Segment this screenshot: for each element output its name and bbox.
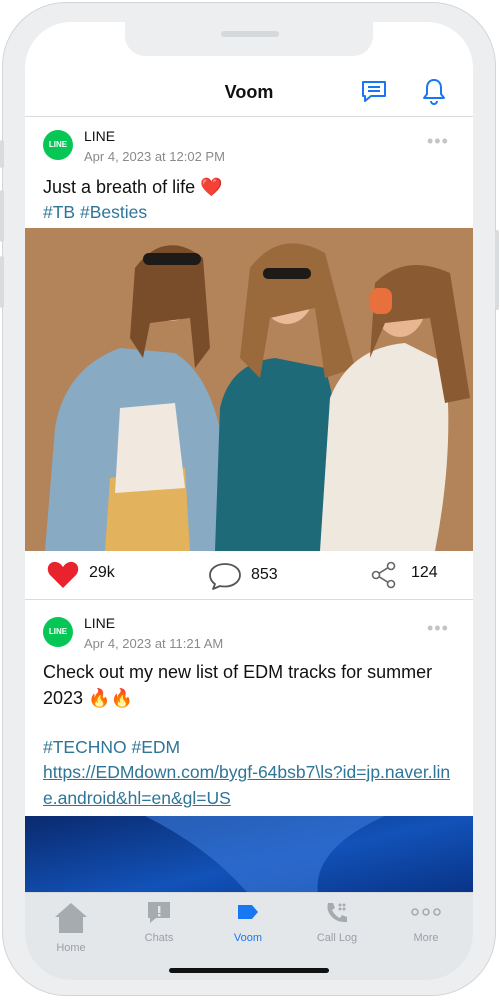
tab-home[interactable]: Home [35, 899, 107, 954]
share-icon[interactable] [371, 561, 397, 594]
bell-icon[interactable] [420, 76, 448, 111]
post-hashtags[interactable]: #TB #Besties [43, 202, 147, 223]
speaker [221, 31, 279, 37]
post-card: LINE LINE Apr 4, 2023 at 12:02 PM ••• Ju… [25, 117, 473, 602]
post-options-icon[interactable]: ••• [427, 131, 449, 152]
post-image[interactable] [25, 228, 473, 551]
post-card: LINE LINE Apr 4, 2023 at 11:21 AM ••• Ch… [25, 604, 473, 916]
phone-side-button [0, 190, 4, 242]
home-icon [55, 903, 87, 933]
tab-more[interactable]: More [390, 899, 462, 944]
tab-chats[interactable]: Chats [123, 899, 195, 944]
app-header: Voom [25, 72, 473, 117]
post-options-icon[interactable]: ••• [427, 618, 449, 639]
app-screen: Voom LINE LINE Apr 4, 2023 at 12:02 PM •… [25, 22, 473, 980]
post-author[interactable]: LINE [84, 615, 115, 631]
voom-icon [238, 905, 258, 919]
avatar[interactable]: LINE [43, 130, 73, 160]
phone-icon [327, 903, 347, 923]
phone-side-button [0, 256, 4, 308]
tab-label: More [413, 932, 439, 944]
share-count: 124 [411, 564, 438, 581]
tab-label: Chats [144, 932, 174, 944]
message-icon[interactable] [359, 76, 389, 111]
post-actions: 29k 853 124 [25, 551, 473, 600]
post-timestamp: Apr 4, 2023 at 12:02 PM [84, 149, 225, 164]
post-author[interactable]: LINE [84, 128, 115, 144]
like-count: 29k [89, 564, 115, 581]
comment-icon[interactable] [208, 561, 242, 596]
tab-bar: Home Chats Voom Call Log More [25, 892, 473, 980]
phone-side-button [495, 230, 499, 310]
tab-call-log[interactable]: Call Log [301, 899, 373, 944]
post-timestamp: Apr 4, 2023 at 11:21 AM [84, 636, 224, 651]
post-text: Check out my new list of EDM tracks for … [43, 662, 433, 708]
notch [125, 22, 373, 56]
post-text: Just a breath of life ❤️ [43, 177, 223, 197]
phone-side-button [0, 140, 4, 168]
avatar[interactable]: LINE [43, 617, 73, 647]
tab-label: Voom [233, 932, 263, 944]
like-icon[interactable] [47, 561, 79, 594]
more-icon [411, 908, 441, 916]
post-link[interactable]: https://EDMdown.com/bygf-64bsb7\ls?id=jp… [43, 759, 463, 811]
post-hashtags[interactable]: #TECHNO #EDM [43, 737, 180, 758]
tab-voom[interactable]: Voom [212, 899, 284, 944]
tab-label: Home [56, 942, 86, 954]
page-title: Voom [224, 82, 274, 102]
comment-count: 853 [251, 566, 278, 583]
chat-icon [148, 902, 170, 923]
tab-label: Call Log [316, 932, 358, 944]
home-indicator [169, 968, 329, 973]
